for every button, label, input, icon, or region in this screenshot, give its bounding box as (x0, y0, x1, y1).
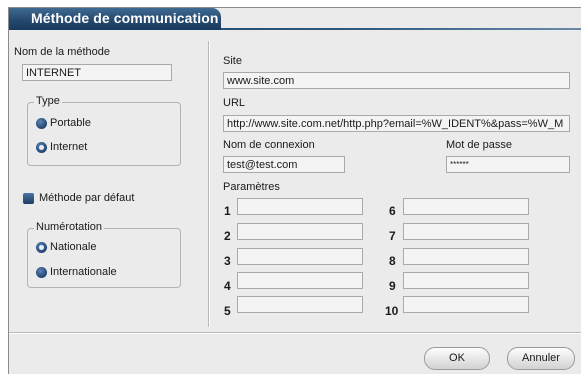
param-number-10: 10 (385, 304, 399, 318)
radio-internet-icon (36, 141, 47, 153)
param-number-5: 5 (224, 304, 231, 318)
password-label: Mot de passe (446, 139, 513, 151)
type-group-legend: Type (34, 95, 62, 107)
radio-portable-icon (36, 117, 47, 129)
param-number-6: 6 (389, 204, 396, 218)
param-number-1: 1 (224, 204, 231, 218)
param-field-8[interactable] (403, 248, 529, 265)
url-field[interactable]: http://www.site.com.net/http.php?email=%… (223, 115, 570, 132)
ok-button[interactable]: OK (424, 347, 490, 370)
param-field-7[interactable] (403, 223, 529, 240)
login-label: Nom de connexion (223, 139, 315, 151)
parameters-label: Paramètres (223, 181, 280, 193)
param-number-4: 4 (224, 279, 231, 293)
window-title: Méthode de communication (31, 10, 219, 26)
radio-portable-label: Portable (50, 117, 91, 129)
param-field-10[interactable] (403, 296, 529, 313)
param-number-2: 2 (224, 229, 231, 243)
radio-internationale[interactable]: Internationale (36, 266, 117, 278)
radio-internationale-icon (36, 266, 47, 278)
site-label: Site (223, 55, 242, 67)
param-field-4[interactable] (237, 272, 363, 289)
login-field[interactable]: test@test.com (223, 156, 345, 173)
default-method-checkbox[interactable]: Méthode par défaut (23, 192, 134, 204)
param-number-8: 8 (389, 254, 396, 268)
param-field-5[interactable] (237, 296, 363, 313)
param-number-7: 7 (389, 229, 396, 243)
vertical-separator (208, 41, 210, 327)
radio-nationale-label: Nationale (50, 241, 97, 253)
dialog-window: Méthode de communication Nom de la métho… (8, 7, 581, 374)
radio-nationale[interactable]: Nationale (36, 241, 96, 253)
radio-internationale-label: Internationale (50, 266, 117, 278)
param-field-1[interactable] (237, 198, 363, 215)
radio-internet[interactable]: Internet (36, 141, 87, 153)
numbering-group: Numérotation Nationale Internationale (27, 221, 181, 288)
cancel-button[interactable]: Annuler (507, 347, 575, 370)
horizontal-separator (9, 332, 581, 334)
radio-nationale-icon (36, 241, 47, 253)
numbering-group-legend: Numérotation (34, 221, 105, 233)
site-field[interactable]: www.site.com (223, 72, 570, 89)
type-group: Type Portable Internet (27, 95, 181, 166)
url-label: URL (223, 97, 246, 109)
password-field[interactable]: ****** (446, 156, 570, 173)
title-bar: Méthode de communication (9, 8, 221, 30)
param-number-9: 9 (389, 279, 396, 293)
method-name-field[interactable]: INTERNET (22, 64, 172, 81)
param-number-3: 3 (224, 254, 231, 268)
radio-portable[interactable]: Portable (36, 117, 91, 129)
param-field-9[interactable] (403, 272, 529, 289)
radio-internet-label: Internet (50, 141, 88, 153)
param-field-2[interactable] (237, 223, 363, 240)
checkbox-icon (23, 192, 34, 204)
default-method-label: Méthode par défaut (39, 192, 135, 204)
param-field-6[interactable] (403, 198, 529, 215)
param-field-3[interactable] (237, 248, 363, 265)
method-name-label: Nom de la méthode (14, 46, 110, 58)
